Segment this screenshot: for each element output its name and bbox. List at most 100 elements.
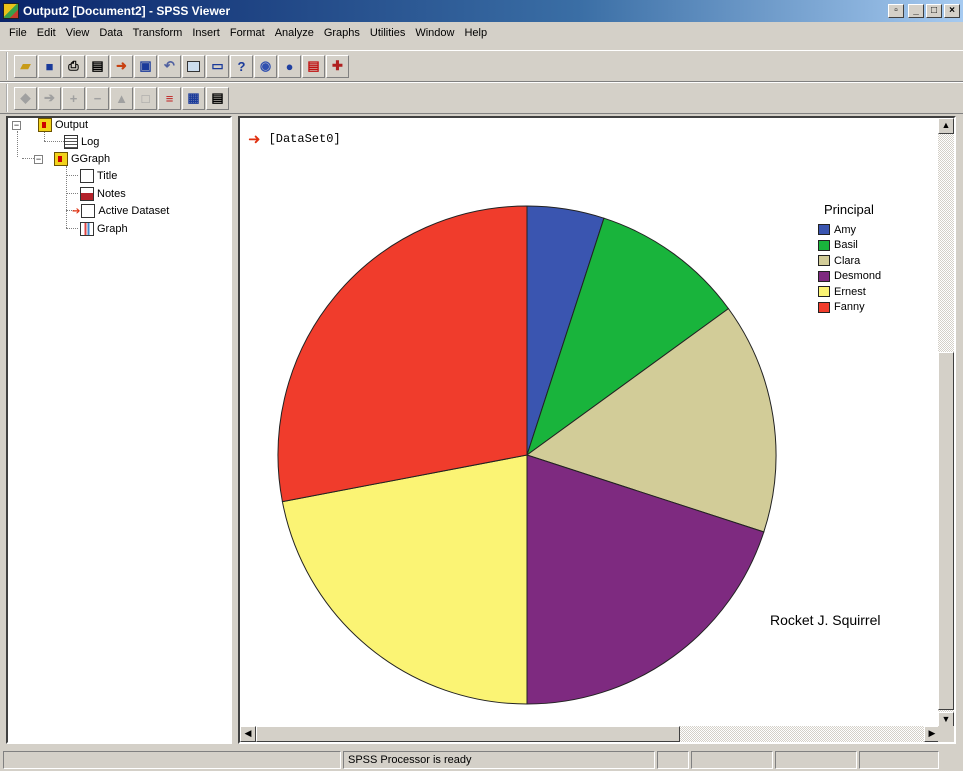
status-cell-empty: [691, 750, 773, 769]
current-item-arrow-icon: ➔: [72, 205, 81, 217]
legend-item-clara: Clara: [818, 253, 881, 269]
minimize-button[interactable]: _: [908, 4, 924, 18]
variables-icon[interactable]: ?: [230, 54, 253, 78]
legend-item-basil: Basil: [818, 238, 881, 254]
menu-format[interactable]: Format: [225, 27, 270, 39]
outline-item-log[interactable]: Log: [64, 134, 99, 150]
menu-edit[interactable]: Edit: [32, 27, 61, 39]
insert-text-icon[interactable]: ▤: [206, 86, 229, 110]
insert-heading-icon[interactable]: ≡: [158, 86, 181, 110]
menu-window[interactable]: Window: [410, 27, 459, 39]
tree-connector: [66, 175, 78, 176]
log-icon: [64, 135, 78, 149]
legend-title: Principal: [824, 202, 874, 217]
hide-icon[interactable]: □: [134, 86, 157, 110]
goto-case-icon[interactable]: ▭: [206, 54, 229, 78]
status-cell-empty: [775, 750, 857, 769]
horizontal-scroll-thumb[interactable]: [256, 726, 680, 742]
use-sets-icon[interactable]: ◉: [254, 54, 277, 78]
scroll-left-button[interactable]: ◀: [240, 726, 256, 742]
legend-swatch: [818, 286, 830, 298]
demote-icon[interactable]: ➔: [38, 86, 61, 110]
outline-pane[interactable]: − Output Log − GGraph Title Notes ➔ Acti…: [6, 116, 232, 744]
show-icon[interactable]: ▲: [110, 86, 133, 110]
tree-connector: [44, 141, 66, 142]
promote-icon[interactable]: ◆: [14, 86, 37, 110]
outline-item-ggraph[interactable]: − GGraph: [34, 151, 110, 167]
outline-item-label: GGraph: [71, 153, 111, 165]
menu-file[interactable]: File: [4, 27, 32, 39]
legend-label: Basil: [834, 239, 858, 252]
menu-data[interactable]: Data: [94, 27, 127, 39]
outline-toolbar: ◆ ➔ + − ▲ □ ≡ ▦ ▤: [0, 82, 963, 114]
menu-utilities[interactable]: Utilities: [365, 27, 410, 39]
chart-annotation: Rocket J. Squirrel: [770, 612, 881, 628]
legend-label: Ernest: [834, 285, 866, 298]
outline-item-notes[interactable]: Notes: [80, 186, 126, 202]
export-icon[interactable]: ➜: [110, 54, 133, 78]
outline-item-title[interactable]: Title: [80, 168, 117, 184]
legend-item-ernest: Ernest: [818, 284, 881, 300]
outline-item-output[interactable]: − Output: [12, 117, 88, 133]
maximize-button[interactable]: □: [926, 4, 942, 18]
scroll-up-button[interactable]: ▲: [938, 118, 954, 134]
legend-label: Desmond: [834, 270, 882, 283]
insert-output-icon[interactable]: ✚: [326, 54, 349, 78]
window-title: Output2 [Document2] - SPSS Viewer: [23, 4, 231, 18]
legend-swatch: [818, 270, 830, 282]
toolbar-group: ◆ ➔ + − ▲ □ ≡ ▦ ▤: [6, 84, 233, 112]
outline-item-graph[interactable]: Graph: [80, 221, 128, 237]
pie-slice-fanny[interactable]: [277, 205, 528, 503]
vertical-scroll-thumb[interactable]: [938, 352, 954, 710]
save-icon[interactable]: ■: [38, 54, 61, 78]
title-doc-icon: [80, 169, 94, 183]
scrollbar-corner: [938, 726, 954, 742]
restore-child-button[interactable]: ▫: [888, 4, 904, 18]
outline-item-label: Log: [81, 136, 100, 148]
open-folder-icon[interactable]: ▰: [14, 54, 37, 78]
tree-connector: [17, 131, 18, 157]
legend-label: Fanny: [834, 301, 865, 314]
status-text: SPSS Processor is ready: [343, 750, 655, 769]
legend-item-amy: Amy: [818, 222, 881, 238]
menu-graphs[interactable]: Graphs: [319, 27, 365, 39]
collapse-toggle[interactable]: −: [34, 154, 43, 164]
designate-window-icon[interactable]: ▤: [302, 54, 325, 78]
tree-connector: [22, 158, 34, 159]
output-content-pane[interactable]: ➜ [DataSet0] Principal Amy Basil Clara Desm…: [238, 116, 956, 744]
legend-item-desmond: Desmond: [818, 269, 881, 285]
spss-app-icon[interactable]: [3, 3, 19, 19]
show-all-variables-icon[interactable]: ●: [278, 54, 301, 78]
expand-icon[interactable]: +: [62, 86, 85, 110]
output-book-icon: [38, 118, 52, 132]
menu-transform[interactable]: Transform: [128, 27, 188, 39]
menu-insert[interactable]: Insert: [187, 27, 225, 39]
menu-analyze[interactable]: Analyze: [270, 27, 319, 39]
outline-item-label: Output: [55, 119, 89, 131]
print-preview-icon[interactable]: ▤: [86, 54, 109, 78]
insert-title-icon[interactable]: ▦: [182, 86, 205, 110]
active-dataset-icon: [81, 204, 96, 218]
menu-help[interactable]: Help: [459, 27, 492, 39]
legend-item-fanny: Fanny: [818, 300, 881, 316]
collapse-icon[interactable]: −: [86, 86, 109, 110]
undo-icon[interactable]: ↶: [158, 54, 181, 78]
notes-icon: [80, 187, 94, 201]
goto-data-icon[interactable]: [182, 54, 205, 78]
print-icon[interactable]: ⎙: [62, 54, 85, 78]
ggraph-book-icon: [54, 152, 68, 166]
tree-connector: [66, 228, 78, 229]
status-bar: SPSS Processor is ready: [0, 748, 963, 771]
menu-view[interactable]: View: [61, 27, 95, 39]
toolbar-group: ▰ ■ ⎙ ▤ ➜ ▣ ↶ ▭ ? ◉ ● ▤ ✚: [6, 52, 353, 80]
vertical-scrollbar[interactable]: ▲ ▼: [938, 118, 954, 728]
dialog-recall-icon[interactable]: ▣: [134, 54, 157, 78]
close-button[interactable]: ×: [944, 4, 960, 18]
outline-item-label: Active Dataset: [98, 205, 170, 217]
status-cell-empty: [3, 750, 341, 769]
chart-legend: Principal Amy Basil Clara Desmond Ernest Fann…: [818, 202, 881, 315]
legend-label: Amy: [834, 223, 856, 236]
horizontal-scrollbar[interactable]: ◀ ▶: [240, 726, 940, 742]
collapse-toggle[interactable]: −: [12, 120, 21, 130]
outline-item-active-dataset[interactable]: ➔ Active Dataset: [72, 203, 169, 219]
